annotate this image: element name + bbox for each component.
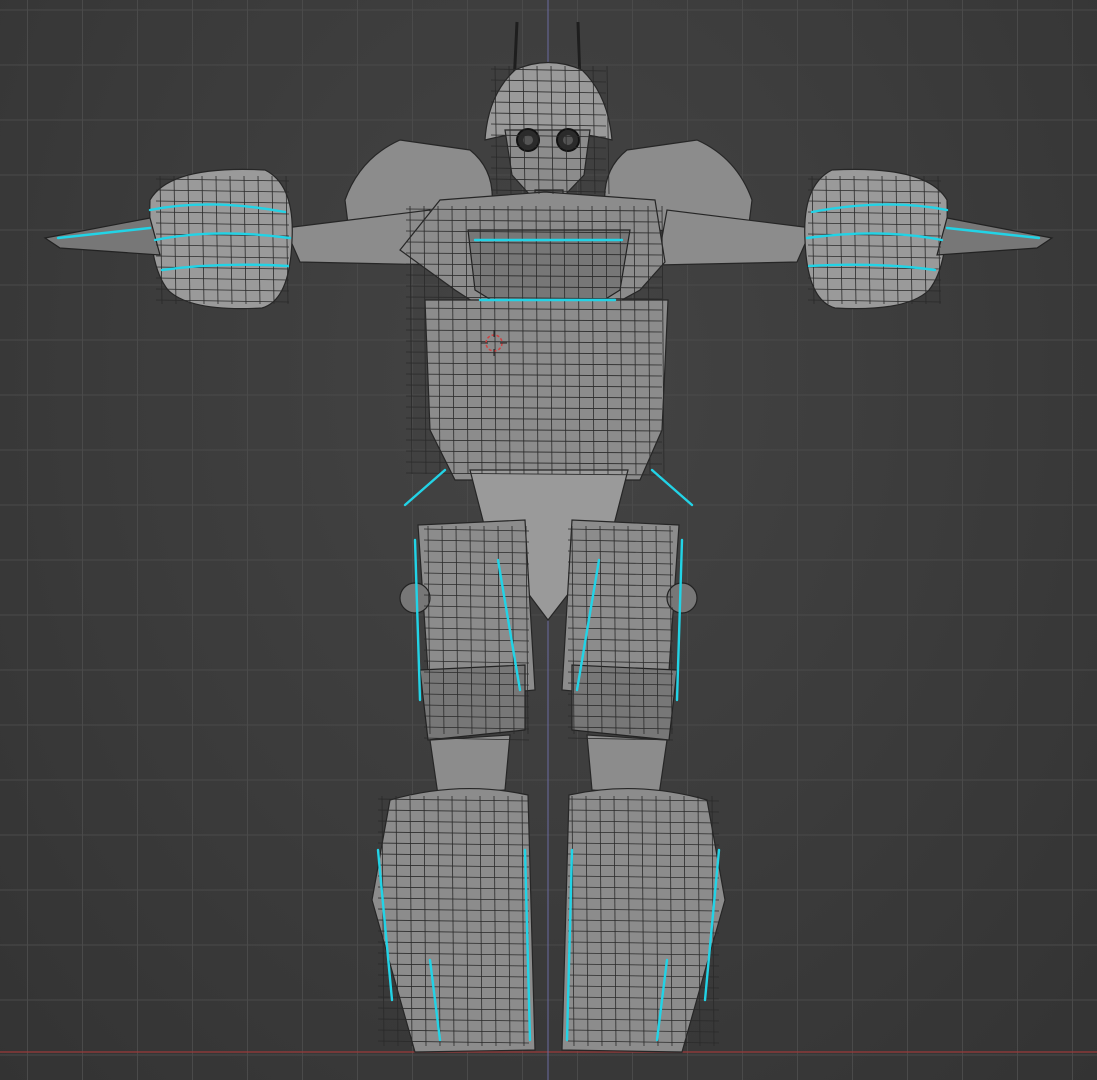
right-hip-joint: [666, 582, 698, 614]
right-upper-arm: [656, 209, 813, 266]
right-knee: [586, 734, 668, 796]
left-knee: [429, 734, 511, 796]
left-hip-joint: [399, 582, 431, 614]
3d-viewport[interactable]: [0, 0, 1097, 1080]
viewport-scene[interactable]: [0, 0, 1097, 1080]
